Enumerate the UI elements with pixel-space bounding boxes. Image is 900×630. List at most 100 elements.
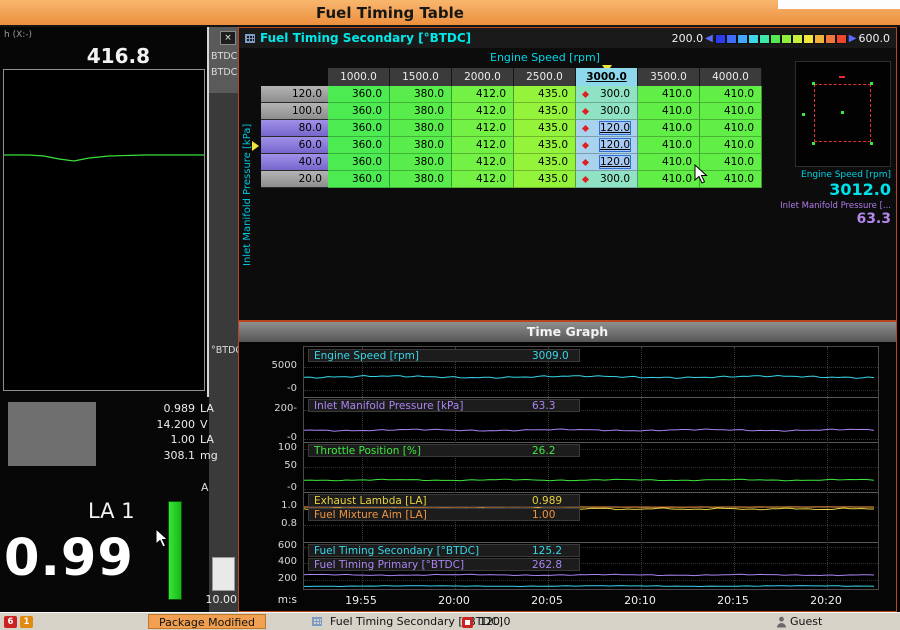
close-button[interactable]: × [220,31,236,45]
left-graph-plot[interactable] [3,69,205,391]
changed-cell-marker-icon [582,91,589,98]
cell-value: 360.0 [352,173,382,185]
time-tick-label: 19:55 [339,594,383,607]
error-badge[interactable]: 6 [4,616,17,628]
scale-color-swatch [726,34,737,44]
table-cell-120.0-1500.0[interactable]: 380.0 [390,86,452,103]
page-title: Fuel Timing Table [0,4,780,22]
table-cell-60.0-2500.0[interactable]: 435.0 [514,137,576,154]
column-header-4000.0[interactable]: 4000.0 [700,68,762,86]
table-cell-80.0-2500.0[interactable]: 435.0 [514,120,576,137]
row-header-100.0[interactable]: 100.0 [261,103,328,120]
warning-badge[interactable]: 1 [20,616,33,628]
table-cell-80.0-1000.0[interactable]: 360.0 [328,120,390,137]
time-axis-unit: m:s [259,594,297,606]
table-cell-80.0-3500.0[interactable]: 410.0 [638,120,700,137]
column-header-2500.0[interactable]: 2500.0 [514,68,576,86]
readout-value: 1.00 [0,432,195,448]
readout-unit: mg [200,448,218,464]
time-graph-title[interactable]: Time Graph [239,322,896,342]
legend-row[interactable]: Exhaust Lambda [LA]0.989 [308,494,580,507]
crosshair-minimap[interactable] [795,61,891,167]
column-header-1000.0[interactable]: 1000.0 [328,68,390,86]
minimap-point [812,142,815,145]
y-tick-label: 100 [239,442,297,453]
row-header-120.0[interactable]: 120.0 [261,86,328,103]
table-cell-20.0-2500.0[interactable]: 435.0 [514,171,576,188]
band-legend[interactable]: Inlet Manifold Pressure [kPa]63.3 [308,399,580,413]
table-cell-40.0-3500.0[interactable]: 410.0 [638,154,700,171]
table-cell-40.0-4000.0[interactable]: 410.0 [700,154,762,171]
table-cell-20.0-1500.0[interactable]: 380.0 [390,171,452,188]
row-header-20.0[interactable]: 20.0 [261,171,328,188]
table-cell-100.0-1500.0[interactable]: 380.0 [390,103,452,120]
table-cell-20.0-3000.0[interactable]: 300.0 [576,171,638,188]
band-legend[interactable]: Exhaust Lambda [LA]0.989Fuel Mixture Aim… [308,494,580,522]
legend-row[interactable]: Engine Speed [rpm]3009.0 [308,349,580,362]
color-scale: 200.0 ◀ ▶ 600.0 [672,29,890,48]
table-cell-80.0-4000.0[interactable]: 410.0 [700,120,762,137]
table-cell-100.0-3500.0[interactable]: 410.0 [638,103,700,120]
y-tick-label: 600 [239,540,297,551]
table-cell-120.0-3000.0[interactable]: 300.0 [576,86,638,103]
scale-right-arrow-icon[interactable]: ▶ [849,33,857,44]
row-marker-icon [252,141,259,151]
table-cell-100.0-2000.0[interactable]: 412.0 [452,103,514,120]
row-header-80.0[interactable]: 80.0 [261,120,328,137]
column-header-3000.0[interactable]: 3000.0 [576,68,638,86]
table-cell-40.0-1500.0[interactable]: 380.0 [390,154,452,171]
table-cell-40.0-3000.0[interactable]: 120.0 [576,154,638,171]
legend-row[interactable]: Fuel Mixture Aim [LA]1.00 [308,508,580,521]
time-graph-plot[interactable]: Engine Speed [rpm]3009.0 Inlet Manifold P… [303,346,879,590]
table-cell-60.0-1500.0[interactable]: 380.0 [390,137,452,154]
table-cell-40.0-2000.0[interactable]: 412.0 [452,154,514,171]
table-cell-120.0-4000.0[interactable]: 410.0 [700,86,762,103]
legend-row[interactable]: Fuel Timing Secondary [°BTDC]125.2 [308,544,580,557]
table-cell-60.0-4000.0[interactable]: 410.0 [700,137,762,154]
cell-value: 410.0 [662,156,692,168]
table-cell-120.0-2500.0[interactable]: 435.0 [514,86,576,103]
legend-row[interactable]: Fuel Timing Primary [°BTDC]262.8 [308,558,580,571]
column-header-1500.0[interactable]: 1500.0 [390,68,452,86]
table-cell-20.0-1000.0[interactable]: 360.0 [328,171,390,188]
time-tick-label: 20:00 [432,594,476,607]
table-cell-100.0-2500.0[interactable]: 435.0 [514,103,576,120]
readout-row: 1.00LA [0,432,230,448]
legend-value: 125.2 [532,545,574,556]
legend-row[interactable]: Throttle Position [%]26.2 [308,444,580,457]
row-header-40.0[interactable]: 40.0 [261,154,328,171]
table-cell-100.0-4000.0[interactable]: 410.0 [700,103,762,120]
table-cell-60.0-1000.0[interactable]: 360.0 [328,137,390,154]
table-cell-60.0-3000.0[interactable]: 120.0 [576,137,638,154]
scale-color-swatch [759,34,770,44]
table-cell-120.0-2000.0[interactable]: 412.0 [452,86,514,103]
table-cell-80.0-3000.0[interactable]: 120.0 [576,120,638,137]
band-legend[interactable]: Throttle Position [%]26.2 [308,444,580,458]
column-header-2000.0[interactable]: 2000.0 [452,68,514,86]
table-cell-40.0-1000.0[interactable]: 360.0 [328,154,390,171]
column-header-3500.0[interactable]: 3500.0 [638,68,700,86]
table-cell-20.0-2000.0[interactable]: 412.0 [452,171,514,188]
legend-value: 3009.0 [532,350,574,361]
trace-Fuel Timing Secondary [°BTDC] [304,586,874,587]
cell-value: 410.0 [662,139,692,151]
scale-left-arrow-icon[interactable]: ◀ [705,33,713,44]
row-header-60.0[interactable]: 60.0 [261,137,328,154]
table-cell-100.0-1000.0[interactable]: 360.0 [328,103,390,120]
table-cell-120.0-1000.0[interactable]: 360.0 [328,86,390,103]
table-cell-60.0-2000.0[interactable]: 412.0 [452,137,514,154]
table-cell-120.0-3500.0[interactable]: 410.0 [638,86,700,103]
table-cell-80.0-1500.0[interactable]: 380.0 [390,120,452,137]
cell-value: 435.0 [538,156,568,168]
table-cell-20.0-3500.0[interactable]: 410.0 [638,171,700,188]
table-cell-80.0-2000.0[interactable]: 412.0 [452,120,514,137]
band-legend[interactable]: Fuel Timing Secondary [°BTDC]125.2Fuel T… [308,544,580,572]
band-legend[interactable]: Engine Speed [rpm]3009.0 [308,349,580,363]
cell-value-icon [462,617,473,628]
legend-row[interactable]: Inlet Manifold Pressure [kPa]63.3 [308,399,580,412]
table-cell-60.0-3500.0[interactable]: 410.0 [638,137,700,154]
cell-value: 435.0 [538,105,568,117]
table-cell-100.0-3000.0[interactable]: 300.0 [576,103,638,120]
table-cell-40.0-2500.0[interactable]: 435.0 [514,154,576,171]
scale-color-swatch [737,34,748,44]
